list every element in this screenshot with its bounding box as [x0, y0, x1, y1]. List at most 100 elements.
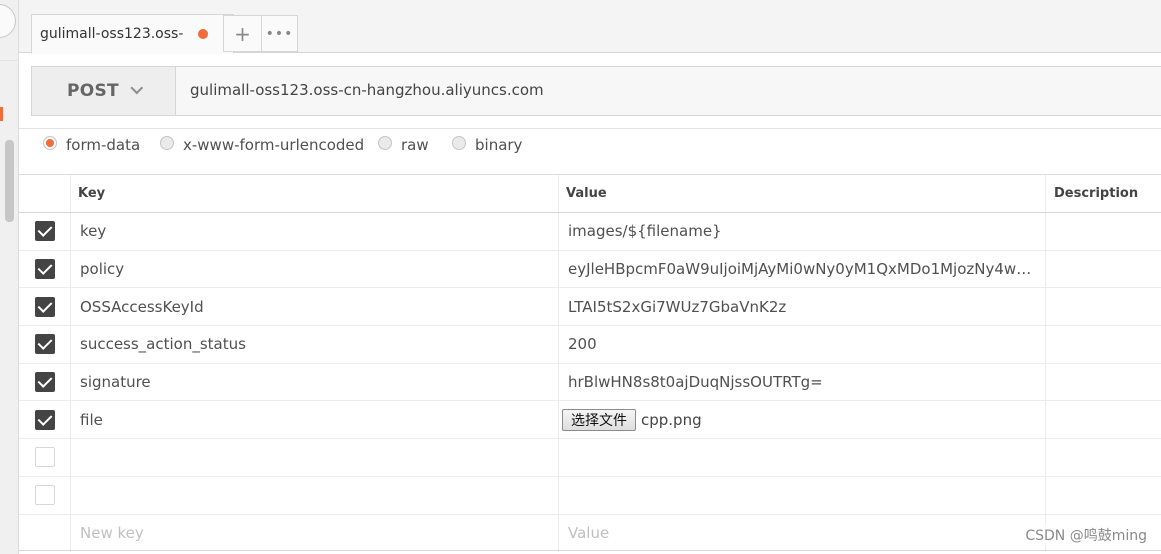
url-input[interactable]: gulimall-oss123.oss-cn-hangzhou.aliyuncs…	[190, 81, 544, 99]
row-check-cell	[19, 251, 70, 288]
key-text: policy	[80, 260, 125, 279]
tab-bar: gulimall-oss123.oss-cn-hangzhou.aliyuncs…	[19, 0, 1161, 54]
value-cell[interactable]	[558, 476, 1045, 514]
header-description: Description	[1045, 175, 1161, 212]
row-check-cell	[19, 401, 70, 438]
row-check-cell	[19, 477, 70, 514]
row-check-cell	[19, 515, 70, 553]
row-checkbox[interactable]	[34, 334, 55, 355]
row-check-cell	[19, 439, 70, 476]
radio-icon[interactable]	[160, 136, 174, 150]
body-type-form-data[interactable]: form-data	[43, 136, 140, 154]
body-type-binary[interactable]: binary	[452, 136, 522, 154]
key-text: signature	[80, 373, 151, 392]
value-text: 200	[568, 335, 597, 354]
table-row	[19, 476, 1161, 515]
row-check-cell	[19, 213, 70, 250]
sidebar-divider	[0, 60, 19, 61]
value-cell: 选择文件 cpp.png	[558, 401, 1045, 439]
key-cell[interactable]: success_action_status	[70, 326, 558, 363]
request-tab[interactable]: gulimall-oss123.oss-cn-hangzhou.aliyuncs…	[31, 14, 234, 54]
method-select[interactable]: POST	[32, 67, 176, 115]
form-data-table: Key Value Description key images/${filen…	[19, 174, 1161, 553]
description-cell[interactable]	[1045, 250, 1161, 288]
description-cell[interactable]	[1045, 326, 1161, 363]
row-checkbox[interactable]	[34, 485, 55, 506]
choose-file-button[interactable]: 选择文件	[562, 408, 636, 431]
description-cell[interactable]	[1045, 476, 1161, 514]
key-text: file	[80, 410, 103, 429]
row-check-cell	[19, 288, 70, 325]
value-cell[interactable]: images/${filename}	[558, 213, 1045, 250]
new-key-input[interactable]: New key	[70, 514, 558, 553]
radio-icon[interactable]	[452, 136, 466, 150]
value-cell[interactable]: hrBlwHN8s8t0ajDuqNjssOUTRTg=	[558, 363, 1045, 401]
table-row: OSSAccessKeyId LTAI5tS2xGi7WUz7GbaVnK2z	[19, 288, 1161, 327]
value-text: LTAI5tS2xGi7WUz7GbaVnK2z	[568, 297, 787, 316]
body-type-raw[interactable]: raw	[378, 136, 429, 154]
sidebar-scrollbar[interactable]	[5, 140, 14, 222]
description-cell[interactable]	[1045, 401, 1161, 439]
key-cell[interactable]: signature	[70, 363, 558, 401]
description-cell[interactable]	[1045, 363, 1161, 401]
key-cell[interactable]: file	[70, 401, 558, 439]
row-checkbox[interactable]	[34, 447, 55, 468]
value-text: images/${filename}	[568, 222, 722, 241]
key-text: success_action_status	[80, 335, 246, 354]
request-tab-label: gulimall-oss123.oss-cn-hangzhou.aliyuncs…	[40, 26, 184, 42]
header-check-cell	[19, 175, 70, 212]
description-cell[interactable]	[1045, 288, 1161, 326]
new-key-placeholder: New key	[80, 524, 144, 543]
unsaved-dot-icon	[198, 29, 208, 39]
sidebar-active-marker	[0, 107, 3, 121]
radio-selected-icon[interactable]	[43, 136, 57, 150]
body-type-selector: form-data x-www-form-urlencoded raw bina…	[19, 128, 1161, 174]
body-type-label: binary	[475, 136, 523, 154]
value-cell[interactable]	[558, 439, 1045, 476]
value-cell[interactable]: LTAI5tS2xGi7WUz7GbaVnK2z	[558, 288, 1045, 326]
table-row: signature hrBlwHN8s8t0ajDuqNjssOUTRTg=	[19, 363, 1161, 402]
watermark: CSDN @鸣鼓ming	[1025, 525, 1147, 545]
new-value-placeholder: Value	[568, 524, 610, 543]
method-label: POST	[67, 81, 119, 101]
request-bar: POST gulimall-oss123.oss-cn-hangzhou.ali…	[31, 66, 1161, 116]
body-type-label: x-www-form-urlencoded	[183, 136, 365, 154]
table-row: policy eyJleHBpcmF0aW9uIjoiMjAyMi0wNy0yM…	[19, 250, 1161, 289]
key-text: OSSAccessKeyId	[80, 297, 204, 316]
value-text: hrBlwHN8s8t0ajDuqNjssOUTRTg=	[568, 373, 823, 392]
key-cell[interactable]	[70, 439, 558, 476]
row-checkbox[interactable]	[34, 296, 55, 317]
description-cell[interactable]	[1045, 213, 1161, 250]
body-type-label: raw	[401, 136, 429, 154]
key-cell[interactable]	[70, 476, 558, 514]
radio-icon[interactable]	[378, 136, 392, 150]
value-cell[interactable]: eyJleHBpcmF0aW9uIjoiMjAyMi0wNy0yM1QxMDo1…	[558, 250, 1045, 288]
row-checkbox[interactable]	[34, 259, 55, 280]
new-value-input[interactable]: Value	[558, 514, 1045, 553]
table-row: file 选择文件 cpp.png	[19, 401, 1161, 440]
row-checkbox[interactable]	[34, 221, 55, 242]
table-row: success_action_status 200	[19, 326, 1161, 364]
body-type-urlencoded[interactable]: x-www-form-urlencoded	[160, 136, 364, 154]
table-row: key images/${filename}	[19, 213, 1161, 251]
key-cell[interactable]: policy	[70, 250, 558, 288]
key-cell[interactable]: key	[70, 213, 558, 250]
table-row	[19, 439, 1161, 477]
header-key: Key	[70, 175, 558, 212]
value-cell[interactable]: 200	[558, 326, 1045, 363]
description-cell[interactable]	[1045, 439, 1161, 476]
bottom-divider	[19, 550, 1161, 551]
chevron-down-icon	[130, 81, 144, 94]
left-sidebar-edge	[0, 0, 19, 554]
new-tab-button[interactable]: +	[223, 15, 262, 52]
row-check-cell	[19, 364, 70, 401]
more-tabs-button[interactable]: •••	[261, 15, 298, 52]
key-text: key	[80, 222, 107, 241]
key-cell[interactable]: OSSAccessKeyId	[70, 288, 558, 326]
header-value: Value	[558, 175, 1045, 212]
row-checkbox[interactable]	[34, 409, 55, 430]
sidebar-circle-button[interactable]	[0, 4, 16, 38]
row-check-cell	[19, 326, 70, 363]
row-checkbox[interactable]	[34, 372, 55, 393]
new-row: New key Value	[19, 514, 1161, 553]
